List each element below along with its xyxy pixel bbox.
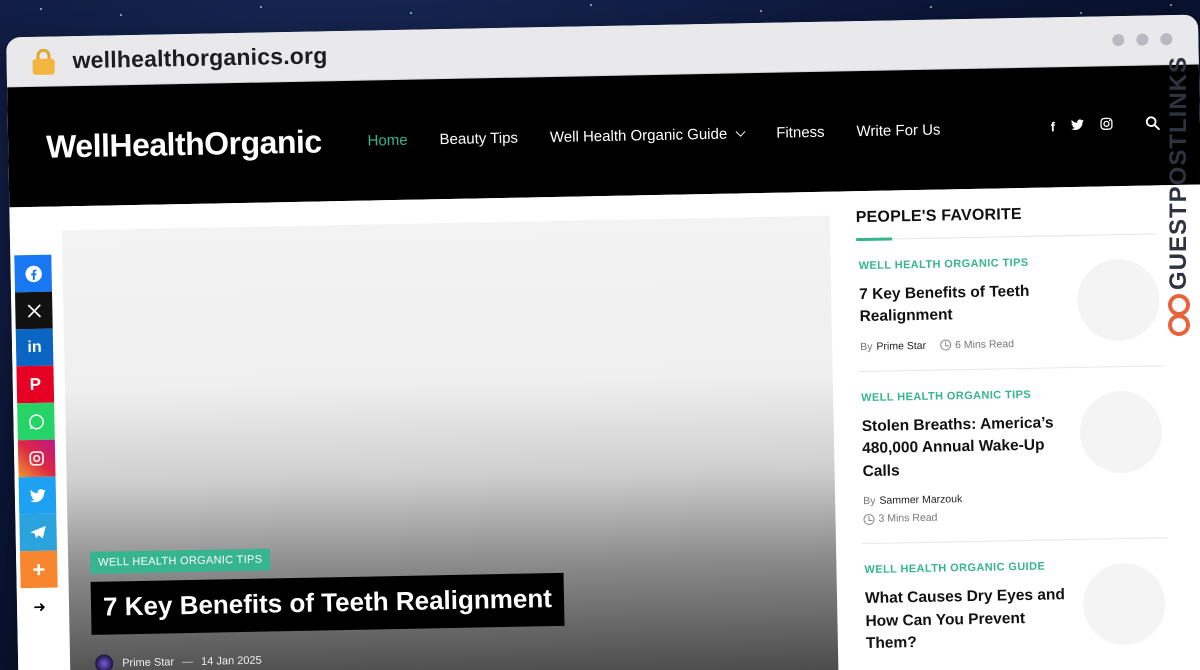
sidebar-heading: PEOPLE'S FAVORITE (855, 205, 1022, 227)
window-controls (1112, 33, 1173, 47)
window-dot-3[interactable] (1160, 33, 1173, 46)
facebook-icon[interactable]: f (1051, 119, 1056, 134)
author-avatar (93, 653, 115, 670)
nav-beauty-tips[interactable]: Beauty Tips (439, 129, 518, 148)
window-dot-1[interactable] (1112, 33, 1125, 47)
nav-well-health-organic-guide[interactable]: Well Health Organic Guide (550, 125, 746, 146)
featured-post-hero[interactable]: WELL HEALTH ORGANIC TIPS 7 Key Benefits … (61, 215, 839, 670)
nav-home[interactable]: Home (367, 131, 407, 149)
post-title[interactable]: Stolen Breaths: America’s 480,000 Annual… (862, 412, 1063, 483)
hero-date: 14 Jan 2025 (200, 654, 262, 668)
clock-icon (939, 339, 952, 352)
telegram-share-button[interactable] (19, 513, 57, 552)
post-meta: By Sammer Marzouk (863, 493, 963, 508)
peoples-favorite-sidebar: PEOPLE'S FAVORITE WELL HEALTH ORGANIC TI… (856, 203, 1185, 670)
window-dot-2[interactable] (1136, 33, 1149, 46)
meta-separator: — (181, 655, 194, 669)
hero-title[interactable]: 7 Key Benefits of Teeth Realignment (90, 572, 565, 635)
sidebar-post[interactable]: WELL HEALTH ORGANIC TIPS Stolen Breaths:… (858, 366, 1168, 545)
main-nav: Home Beauty Tips Well Health Organic Gui… (367, 121, 940, 149)
search-icon[interactable] (1145, 115, 1160, 133)
instagram-icon[interactable] (1100, 117, 1113, 133)
nav-fitness[interactable]: Fitness (776, 123, 825, 141)
instagram-share-button[interactable] (17, 439, 56, 478)
site-header: WellHealthOrganic Home Beauty Tips Well … (7, 64, 1200, 208)
nav-write-for-us[interactable]: Write For Us (856, 121, 940, 140)
post-author[interactable]: Prime Star (876, 340, 926, 353)
sidebar-post[interactable]: WELL HEALTH ORGANIC GUIDE What Causes Dr… (862, 539, 1170, 670)
twitter-icon[interactable] (1071, 118, 1084, 133)
browser-window: wellhealthorganics.org WellHealthOrganic… (6, 14, 1200, 670)
header-icons: f (1050, 115, 1160, 135)
post-title[interactable]: 7 Key Benefits of Teeth Realignment (859, 280, 1060, 329)
hero-meta: Prime Star — 14 Jan 2025 (93, 651, 262, 670)
social-share-bar: in P + ➜ (14, 254, 59, 626)
hero-author[interactable]: Prime Star (122, 656, 174, 669)
more-share-button[interactable]: + (19, 550, 58, 589)
post-thumbnail[interactable] (1076, 258, 1161, 342)
read-time: 3 Mins Read (878, 511, 938, 526)
link-icon (1167, 294, 1191, 340)
whatsapp-share-button[interactable] (17, 402, 55, 441)
clock-icon (863, 513, 875, 525)
x-share-button[interactable] (15, 291, 53, 330)
collapse-share-icon[interactable]: ➜ (21, 588, 59, 626)
sidebar-post[interactable]: WELL HEALTH ORGANIC TIPS 7 Key Benefits … (856, 234, 1165, 373)
post-author[interactable]: Sammer Marzouk (879, 494, 962, 508)
chevron-down-icon (735, 126, 746, 137)
site-logo[interactable]: WellHealthOrganic (46, 123, 322, 165)
url-text[interactable]: wellhealthorganics.org (72, 42, 327, 74)
guestpostlinks-watermark: GUESTPOSTLINKS (1164, 56, 1194, 356)
twitter-share-button[interactable] (18, 476, 57, 515)
lock-icon (32, 48, 55, 75)
post-title[interactable]: What Causes Dry Eyes and How Can You Pre… (865, 585, 1066, 656)
read-time: 6 Mins Read (954, 338, 1015, 352)
hero-category-badge[interactable]: WELL HEALTH ORGANIC TIPS (90, 548, 271, 574)
post-thumbnail[interactable] (1082, 562, 1166, 647)
facebook-share-button[interactable] (14, 254, 52, 293)
linkedin-share-button[interactable]: in (15, 328, 54, 367)
post-read-time-row: 3 Mins Read (863, 508, 1167, 526)
watermark-text: GUESTPOSTLINKS (1165, 56, 1192, 291)
post-thumbnail[interactable] (1079, 390, 1163, 474)
pinterest-share-button[interactable]: P (16, 365, 55, 404)
page-content: in P + ➜ WELL HEALTH ORGANIC TIPS 7 Key … (9, 184, 1200, 670)
